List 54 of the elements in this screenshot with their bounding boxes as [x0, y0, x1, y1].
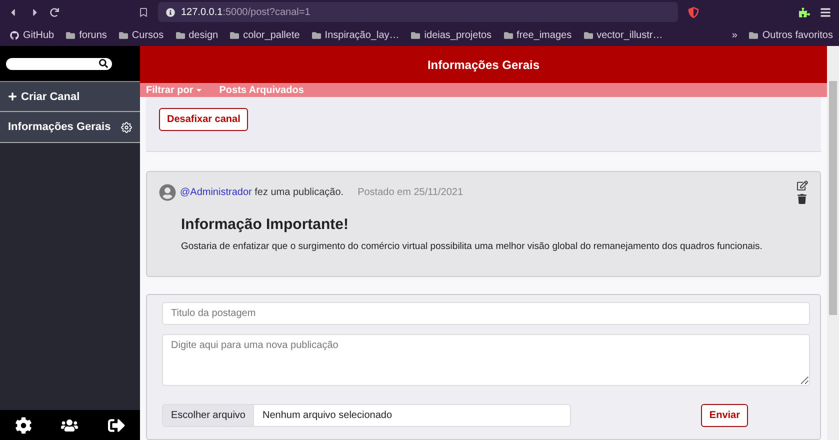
- more-bookmarks-button[interactable]: »: [732, 30, 738, 40]
- search-icon: [99, 59, 108, 68]
- post-meta: @Administrador fez uma publicação.: [180, 186, 344, 198]
- settings-icon[interactable]: [14, 416, 32, 434]
- unpin-button[interactable]: Desafixar canal: [159, 108, 248, 131]
- folder-icon: [230, 30, 240, 40]
- extension-icon[interactable]: [799, 6, 810, 18]
- post-title: Informação Importante!: [181, 216, 350, 233]
- post-date: Postado em 25/11/2021: [358, 186, 464, 198]
- github-icon: [10, 30, 19, 40]
- folder-icon: [749, 30, 758, 40]
- bookmark[interactable]: color_pallete: [243, 30, 300, 40]
- page-title: Informações Gerais: [140, 46, 827, 83]
- url-text: 127.0.0.1:5000/post?canal=1: [181, 6, 310, 18]
- folder-icon: [504, 30, 513, 40]
- bookmark[interactable]: foruns: [79, 30, 107, 40]
- folder-icon: [118, 30, 128, 40]
- author-link[interactable]: @Administrador: [180, 186, 252, 198]
- bookmark[interactable]: free_images: [516, 30, 572, 40]
- bookmark-icon[interactable]: [139, 8, 148, 16]
- delete-icon[interactable]: [797, 194, 807, 204]
- search-field[interactable]: [6, 58, 112, 70]
- bookmark[interactable]: GitHub: [23, 30, 54, 40]
- send-button[interactable]: Enviar: [701, 404, 748, 427]
- bookmark[interactable]: Outros favoritos: [762, 30, 833, 40]
- folder-icon: [584, 30, 593, 40]
- settings-icon[interactable]: [121, 122, 132, 132]
- users-icon[interactable]: [61, 416, 78, 434]
- file-input[interactable]: Escolher arquivo Nenhum arquivo selecionado: [162, 404, 571, 427]
- shield-icon[interactable]: [688, 6, 699, 18]
- bookmark[interactable]: Inspiração_lay…: [324, 30, 400, 40]
- bookmark[interactable]: vector_illustr…: [596, 30, 663, 40]
- caret-icon: [195, 86, 204, 94]
- post-body: Gostaria de enfatizar que o surgimento do comércio virtual possibilita uma melhor visão global do remanejamento dos quadros funcionais.: [181, 241, 764, 252]
- folder-icon: [411, 30, 420, 40]
- info-icon: [166, 8, 175, 16]
- address-field[interactable]: 127.0.0.1:5000/post?canal=1: [158, 2, 678, 22]
- post-body-field[interactable]: Digite aqui para uma nova publicação: [162, 334, 810, 386]
- bookmark[interactable]: Cursos: [132, 30, 164, 40]
- scrollbar[interactable]: [827, 46, 839, 440]
- folder-icon: [312, 30, 321, 40]
- plus-icon: [8, 92, 17, 101]
- bookmark[interactable]: design: [188, 30, 218, 40]
- create-channel-button[interactable]: Criar Canal: [0, 82, 140, 112]
- bookmark[interactable]: ideias_projetos: [424, 30, 492, 40]
- menu-icon[interactable]: [820, 6, 831, 18]
- reload-button[interactable]: [50, 8, 59, 16]
- title-field[interactable]: Titulo da postagem: [162, 302, 810, 325]
- folder-icon: [176, 30, 185, 40]
- folder-icon: [66, 30, 76, 40]
- edit-icon[interactable]: [797, 180, 808, 191]
- channel-item[interactable]: Informações Gerais: [0, 112, 140, 143]
- avatar-icon: [159, 184, 176, 200]
- logout-icon[interactable]: [108, 416, 126, 434]
